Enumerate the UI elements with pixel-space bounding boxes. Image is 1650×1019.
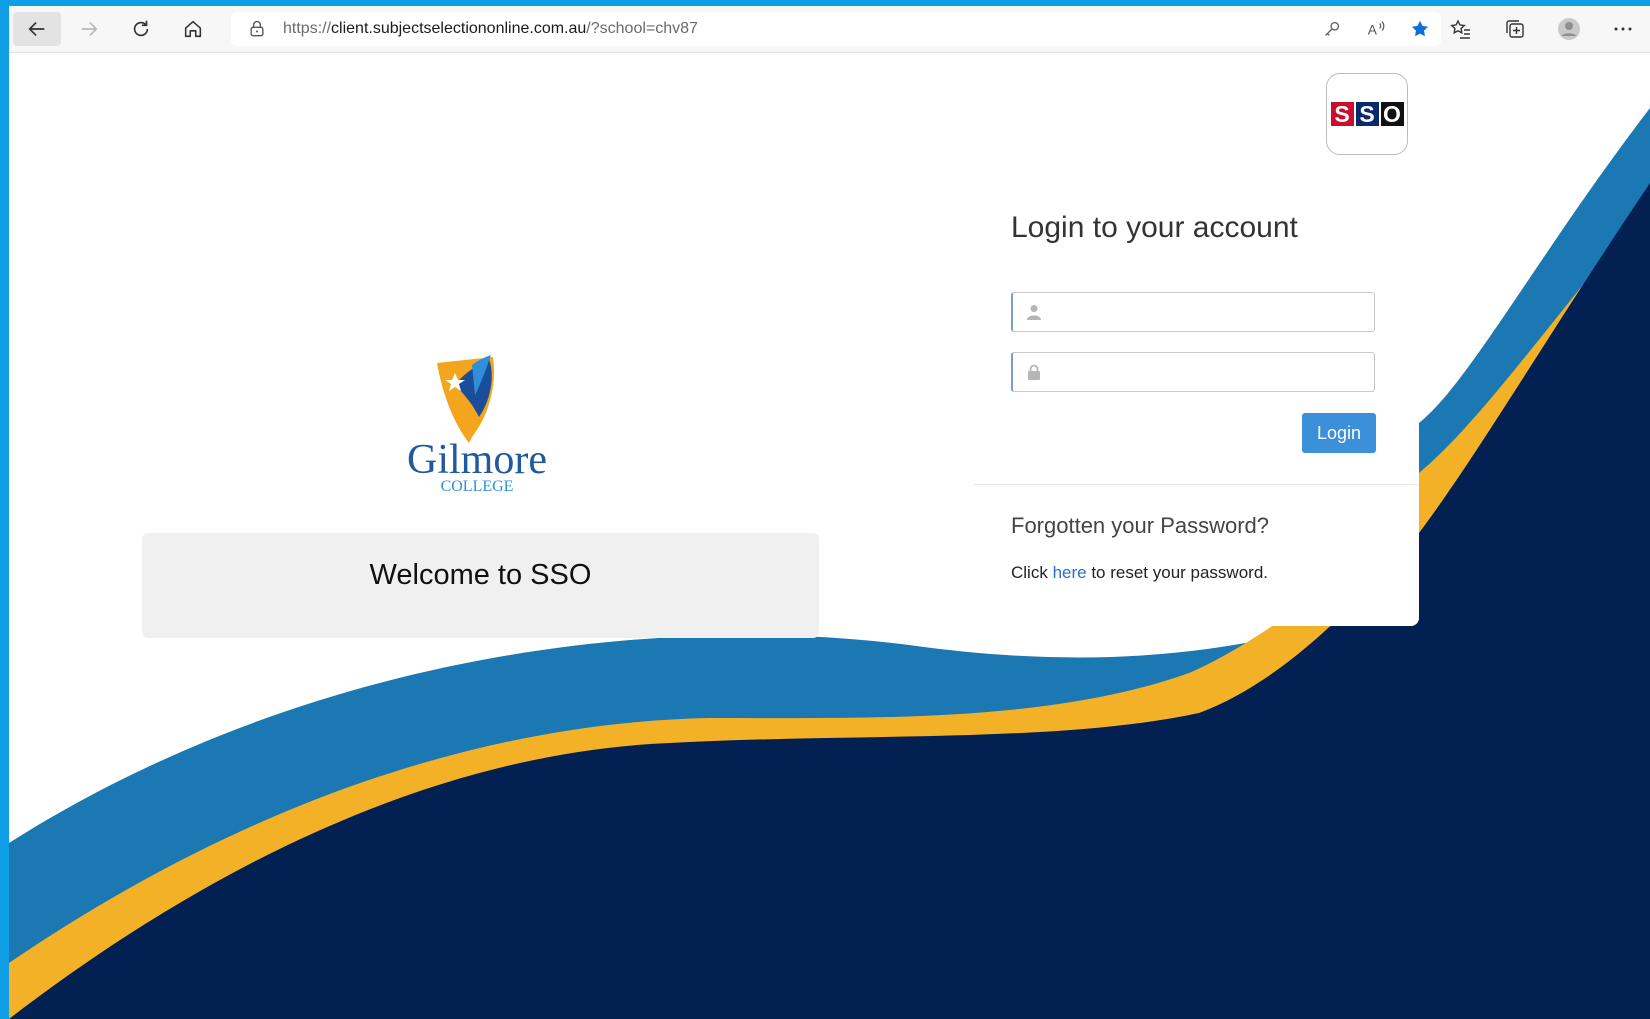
sso-letter-s2: S <box>1355 101 1379 127</box>
home-button[interactable] <box>169 12 217 46</box>
arrow-right-icon <box>81 21 98 37</box>
favorites-list-icon <box>1450 19 1470 39</box>
login-title: Login to your account <box>1011 211 1298 244</box>
browser-toolbar: https://client.subjectselectiononline.co… <box>9 6 1650 53</box>
profile-button[interactable] <box>1542 6 1596 52</box>
more-dots-icon <box>1614 27 1632 31</box>
forward-button[interactable] <box>65 12 113 46</box>
sso-letter-o: O <box>1380 101 1404 127</box>
address-bar[interactable]: https://client.subjectselectiononline.co… <box>231 12 1441 46</box>
favorites-button[interactable] <box>1434 6 1488 52</box>
arrow-left-icon <box>28 21 45 37</box>
forgot-password-text: Click here to reset your password. <box>1011 563 1268 583</box>
username-input[interactable] <box>1053 293 1367 333</box>
gilmore-shield-icon: Gilmore COLLEGE <box>407 355 547 495</box>
sso-letter-s1: S <box>1330 101 1354 127</box>
lock-icon <box>1028 364 1040 380</box>
back-button[interactable] <box>13 12 61 46</box>
welcome-banner: Welcome to SSO <box>142 533 819 638</box>
read-aloud-icon[interactable]: A <box>1365 18 1387 40</box>
login-button[interactable]: Login <box>1302 413 1376 453</box>
logo-name-text: Gilmore <box>407 437 547 483</box>
password-input[interactable] <box>1053 353 1367 393</box>
username-field[interactable] <box>1011 292 1375 333</box>
profile-avatar-icon <box>1558 18 1580 40</box>
gilmore-college-logo: Gilmore COLLEGE <box>397 345 577 495</box>
user-icon <box>1027 305 1041 320</box>
more-menu-button[interactable] <box>1596 6 1650 52</box>
refresh-button[interactable] <box>117 12 165 46</box>
welcome-text: Welcome to SSO <box>369 559 592 591</box>
login-panel: Login to your account Login Forgotten yo… <box>974 183 1419 626</box>
collections-icon <box>1506 20 1524 38</box>
key-icon[interactable] <box>1321 18 1343 40</box>
reset-password-link[interactable]: here <box>1053 563 1087 582</box>
favorite-star-icon[interactable] <box>1409 18 1431 40</box>
forgot-text-before: Click <box>1011 563 1053 582</box>
logo-sub-text: COLLEGE <box>441 478 514 495</box>
lock-icon[interactable] <box>247 19 267 39</box>
url-scheme: https:// <box>283 20 332 37</box>
url-text[interactable]: https://client.subjectselectiononline.co… <box>283 20 698 38</box>
refresh-icon <box>133 20 149 37</box>
page-content: Gilmore COLLEGE Welcome to SSO S S O Log… <box>9 53 1650 1019</box>
url-path: /?school=chv87 <box>586 20 698 37</box>
home-icon <box>184 20 202 38</box>
browser-window: https://client.subjectselectiononline.co… <box>9 6 1650 1019</box>
forgot-text-after: to reset your password. <box>1086 563 1269 582</box>
password-field[interactable] <box>1011 352 1375 393</box>
sso-logo: S S O <box>1326 73 1408 155</box>
url-host: client.subjectselectiononline.com.au <box>331 20 587 37</box>
svg-text:A: A <box>1368 23 1378 38</box>
collections-button[interactable] <box>1488 6 1542 52</box>
panel-divider <box>974 484 1419 485</box>
forgot-password-title: Forgotten your Password? <box>1011 513 1270 538</box>
